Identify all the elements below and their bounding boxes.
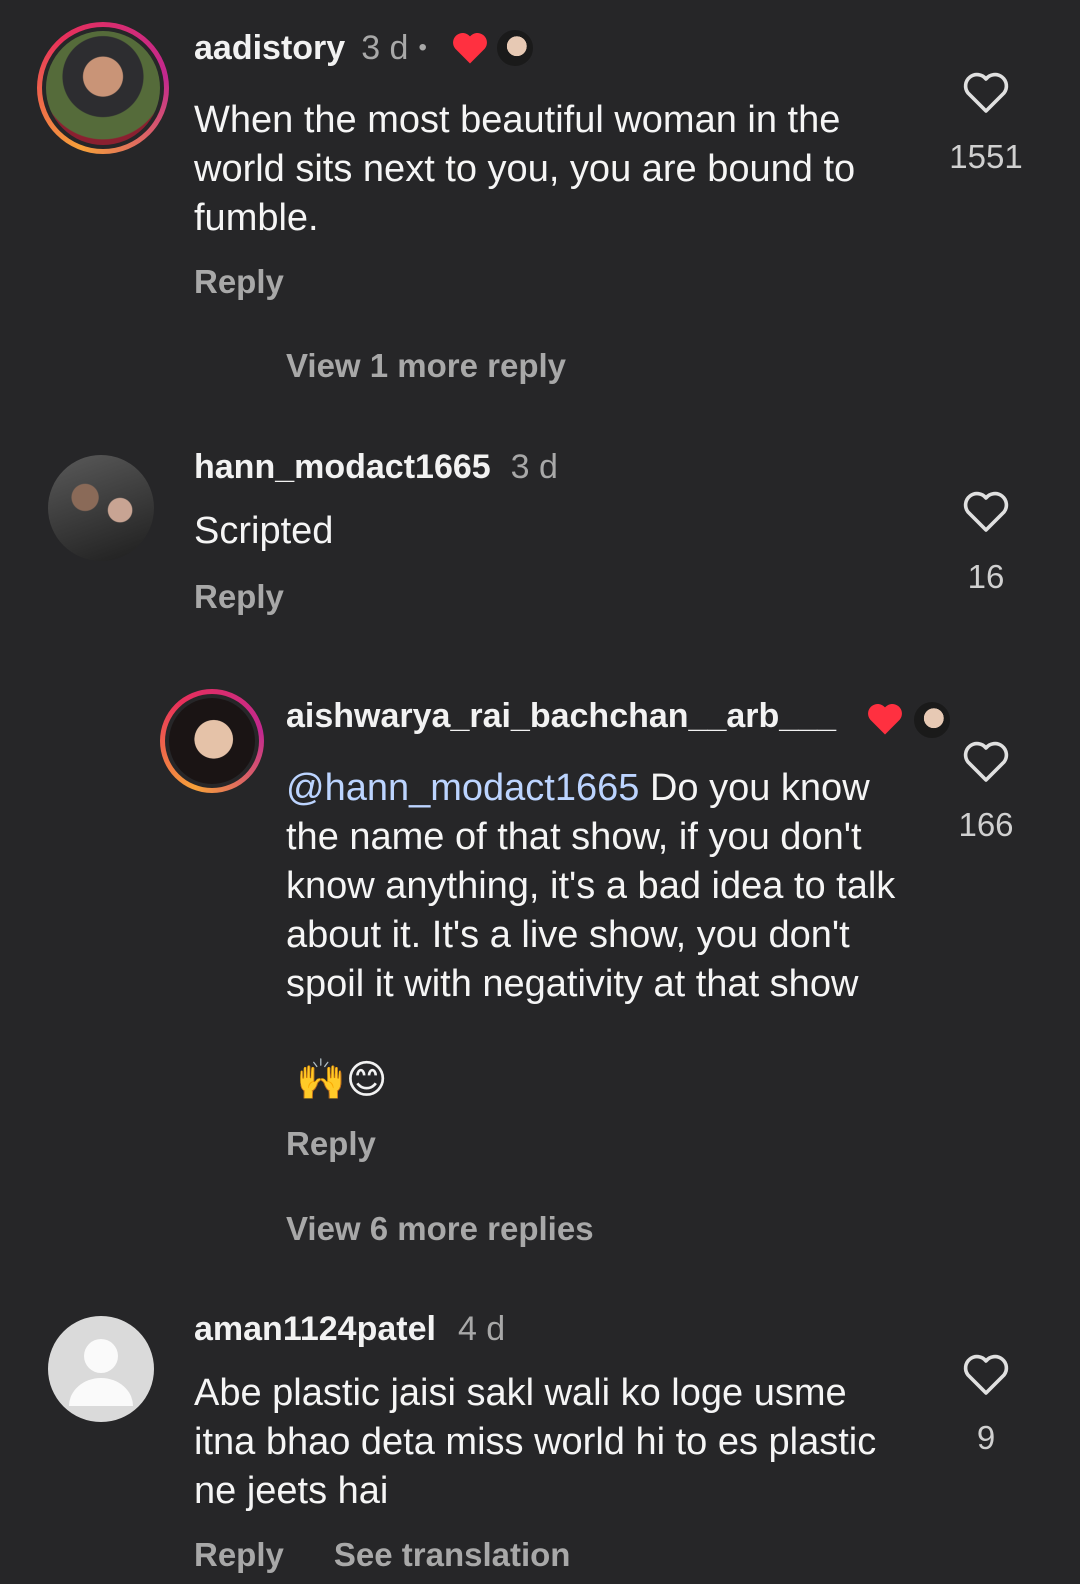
- timestamp: 3 d: [510, 448, 558, 486]
- comment-text: When the most beautiful woman in the wor…: [194, 99, 856, 239]
- username[interactable]: aman1124patel: [194, 1310, 436, 1349]
- heart-outline-icon[interactable]: [962, 740, 1010, 784]
- username[interactable]: aishwarya_rai_bachchan__arb___: [286, 697, 836, 736]
- comment-text: Abe plastic jaisi sakl wali ko loge usme…: [194, 1372, 877, 1512]
- username[interactable]: aadistory: [194, 29, 345, 68]
- heart-outline-icon[interactable]: [962, 1353, 1010, 1397]
- username[interactable]: hann_modact1665: [194, 448, 491, 487]
- avatar-aadistory[interactable]: [37, 22, 169, 154]
- view-more-replies-button[interactable]: View 1 more reply: [286, 347, 566, 385]
- timestamp: 3 d: [361, 28, 409, 67]
- reply-button[interactable]: Reply: [194, 578, 284, 616]
- like-count: 16: [967, 558, 1005, 595]
- reply-button[interactable]: Reply: [194, 263, 284, 301]
- heart-outline-icon[interactable]: [962, 71, 1010, 115]
- avatar-hann-modact1665[interactable]: [48, 455, 154, 561]
- timestamp: 4 d: [457, 1310, 506, 1348]
- comment-text: @hann_modact1665 Do you know the name of…: [286, 764, 906, 1009]
- heart-outline-icon[interactable]: [962, 490, 1010, 534]
- see-translation-button[interactable]: See translation: [334, 1536, 571, 1574]
- like-count: 1551: [949, 138, 1023, 175]
- reply-button[interactable]: Reply: [194, 1536, 284, 1574]
- avatar-aishwarya-rai-bachchan-arb[interactable]: [160, 689, 264, 793]
- comment-text: Scripted: [194, 510, 334, 552]
- separator-dot: •: [418, 34, 427, 61]
- author-liked-heart-icon: [868, 703, 902, 735]
- author-avatar-mini: [494, 28, 535, 68]
- like-count: 166: [958, 806, 1014, 843]
- view-more-replies-button[interactable]: View 6 more replies: [286, 1210, 594, 1248]
- author-avatar-mini: [912, 700, 952, 740]
- default-avatar-icon[interactable]: [48, 1316, 154, 1422]
- mention-link[interactable]: @hann_modact1665: [286, 767, 639, 809]
- emoji: 🙌😊: [296, 1058, 388, 1102]
- reply-button[interactable]: Reply: [286, 1125, 376, 1163]
- like-count: 9: [976, 1419, 996, 1456]
- author-liked-heart-icon: [452, 32, 487, 64]
